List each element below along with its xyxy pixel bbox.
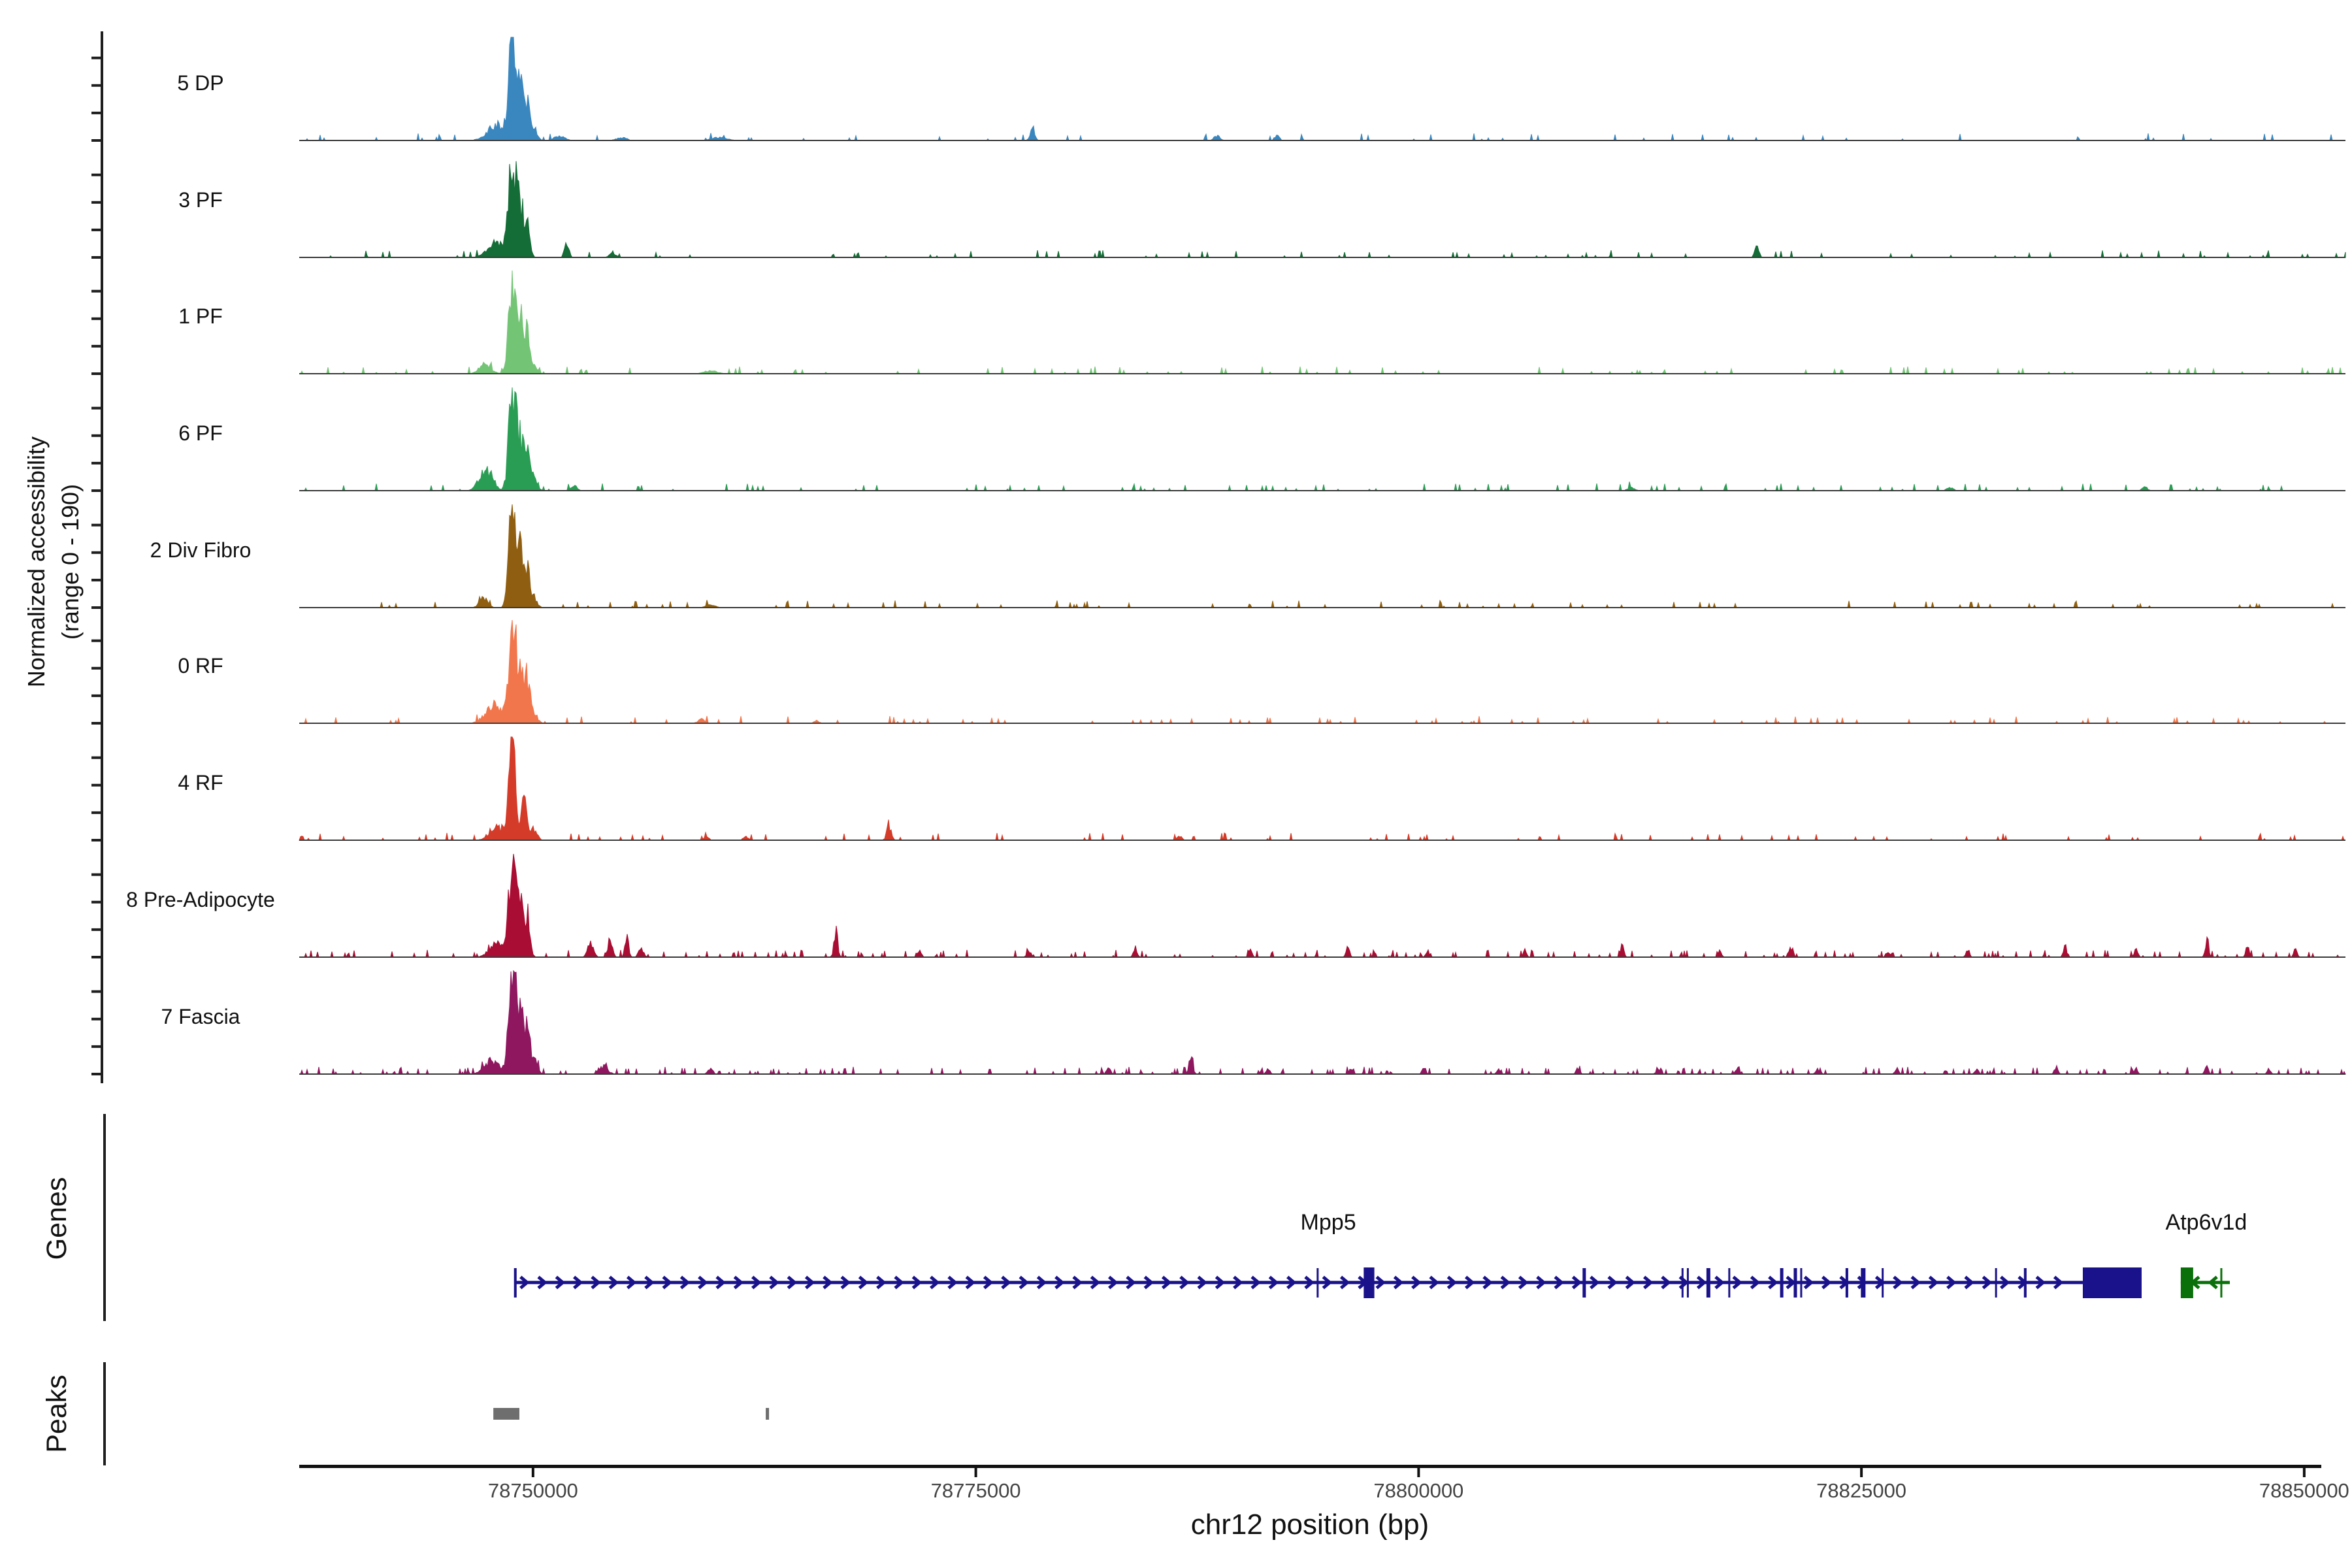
track-label: 6 PF: [178, 421, 223, 445]
coverage-track-7-fascia: [299, 970, 2346, 1075]
genes-section-label: Genes: [41, 1177, 73, 1260]
x-axis-tick: [1417, 1468, 1420, 1477]
exon-box: [1364, 1267, 1375, 1298]
x-axis-tick-label: 78800000: [1373, 1479, 1463, 1502]
track-labels-layer: 5 DP 3 PF 1 PF 6 PF 2 Div Fibro 0 RF 4 RF 8 Pre…: [126, 71, 275, 1028]
y-axis-label-line2: (range 0 - 190): [57, 484, 84, 640]
x-axis-tick-label: 78775000: [931, 1479, 1021, 1502]
x-axis-line: [299, 1465, 2321, 1468]
signal-area: [299, 970, 2346, 1075]
track-label: 4 RF: [178, 771, 223, 794]
exon-tick: [1882, 1268, 1884, 1298]
coverage-track-5-dp: [299, 37, 2345, 142]
x-axis-tick: [974, 1468, 977, 1477]
genome-coverage-figure: 5 DP 3 PF 1 PF 6 PF 2 Div Fibro 0 RF 4 RF 8 Pre…: [23, 31, 2349, 1541]
coverage-track-1-pf: [299, 270, 2345, 375]
signal-area: [299, 853, 2345, 958]
exon-tick: [2023, 1268, 2027, 1298]
coverage-tracks-layer: [299, 37, 2346, 1075]
gene-name-label: Atp6v1d: [2166, 1210, 2247, 1235]
coverage-track-4-rf: [299, 736, 2345, 841]
y-axis-label-line1: Normalized accessibility: [23, 436, 50, 687]
signal-area: [299, 619, 2345, 725]
x-axis-tick: [2302, 1468, 2306, 1477]
coverage-track-3-pf: [299, 161, 2346, 259]
track-label: 5 DP: [177, 71, 223, 95]
position-x-axis: 78750000 78775000 78800000 78825000 78850000: [299, 1465, 2349, 1502]
peak-regions-layer: [493, 1408, 770, 1420]
x-axis-tick-label: 78825000: [1816, 1479, 1906, 1502]
gene-model-mpp5: Mpp5: [514, 1210, 2142, 1298]
gene-name-label: Mpp5: [1301, 1210, 1356, 1235]
coverage-track-6-pf: [299, 387, 2345, 492]
exon-tick: [1681, 1268, 1684, 1298]
x-axis-tick-label: 78750000: [488, 1479, 578, 1502]
x-axis-title: chr12 position (bp): [1191, 1509, 1429, 1541]
exon-tick: [1995, 1268, 1997, 1298]
track-label: 1 PF: [178, 304, 223, 328]
exon-tick: [514, 1268, 517, 1298]
exon-tick: [1800, 1268, 1803, 1298]
x-axis-tick: [531, 1468, 534, 1477]
exon-tick: [1706, 1268, 1710, 1298]
coverage-track-2-div-fibro: [299, 504, 2345, 609]
x-axis-tick-label: 78850000: [2259, 1479, 2349, 1502]
signal-area: [299, 161, 2346, 259]
exon-tick: [1316, 1268, 1319, 1298]
exon-tick: [1861, 1268, 1866, 1298]
signal-area: [299, 504, 2345, 609]
x-axis-tick: [1860, 1468, 1863, 1477]
exon-tick: [1780, 1268, 1784, 1298]
signal-y-axis: [91, 31, 103, 1083]
signal-area: [299, 736, 2345, 841]
track-label: 8 Pre-Adipocyte: [126, 888, 275, 911]
peaks-section-label: Peaks: [41, 1375, 73, 1453]
track-label: 7 Fascia: [161, 1005, 240, 1028]
exon-box: [2082, 1267, 2142, 1298]
gene-model-atp6v1d: Atp6v1d: [2166, 1210, 2247, 1298]
exon-tick: [1686, 1268, 1689, 1298]
coverage-track-8-pre-adipocyte: [299, 853, 2345, 958]
called-peak-region: [766, 1408, 770, 1420]
exon-tick: [1793, 1268, 1797, 1298]
exon-tick: [1728, 1268, 1731, 1298]
exon-tick: [1845, 1268, 1848, 1298]
signal-area: [299, 37, 2345, 142]
track-label: 2 Div Fibro: [150, 538, 252, 562]
called-peak-region: [493, 1408, 519, 1420]
gene-models-layer: Mpp5 Atp6v1d: [514, 1210, 2247, 1298]
signal-area: [299, 387, 2345, 492]
coverage-track-0-rf: [299, 619, 2345, 725]
exon-box: [2180, 1267, 2193, 1298]
exon-tick: [2220, 1268, 2223, 1298]
exon-tick: [1582, 1268, 1586, 1298]
track-label: 0 RF: [178, 654, 223, 678]
signal-area: [299, 270, 2345, 375]
track-label: 3 PF: [178, 188, 223, 212]
